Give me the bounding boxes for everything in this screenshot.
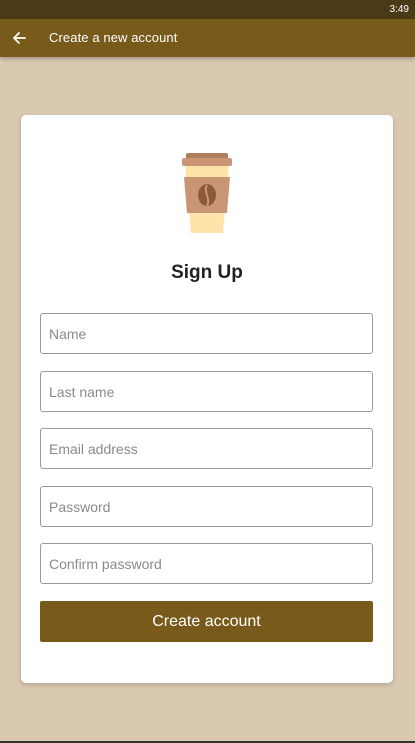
status-time: 3:49 — [389, 4, 409, 15]
app-bar-title: Create a new account — [49, 30, 178, 45]
status-bar: 3:49 — [0, 0, 415, 19]
app-bar: Create a new account — [0, 19, 415, 57]
confirm-password-field[interactable] — [40, 543, 373, 584]
email-field[interactable] — [40, 428, 373, 469]
name-field[interactable] — [40, 313, 373, 354]
create-account-button[interactable]: Create account — [40, 601, 373, 642]
last-name-field[interactable] — [40, 371, 373, 412]
password-field[interactable] — [40, 486, 373, 527]
signup-title: Sign Up — [171, 262, 243, 283]
signup-card: Sign Up Create account — [21, 115, 393, 683]
arrow-left-icon[interactable] — [10, 29, 28, 47]
coffee-cup-icon — [179, 151, 235, 237]
